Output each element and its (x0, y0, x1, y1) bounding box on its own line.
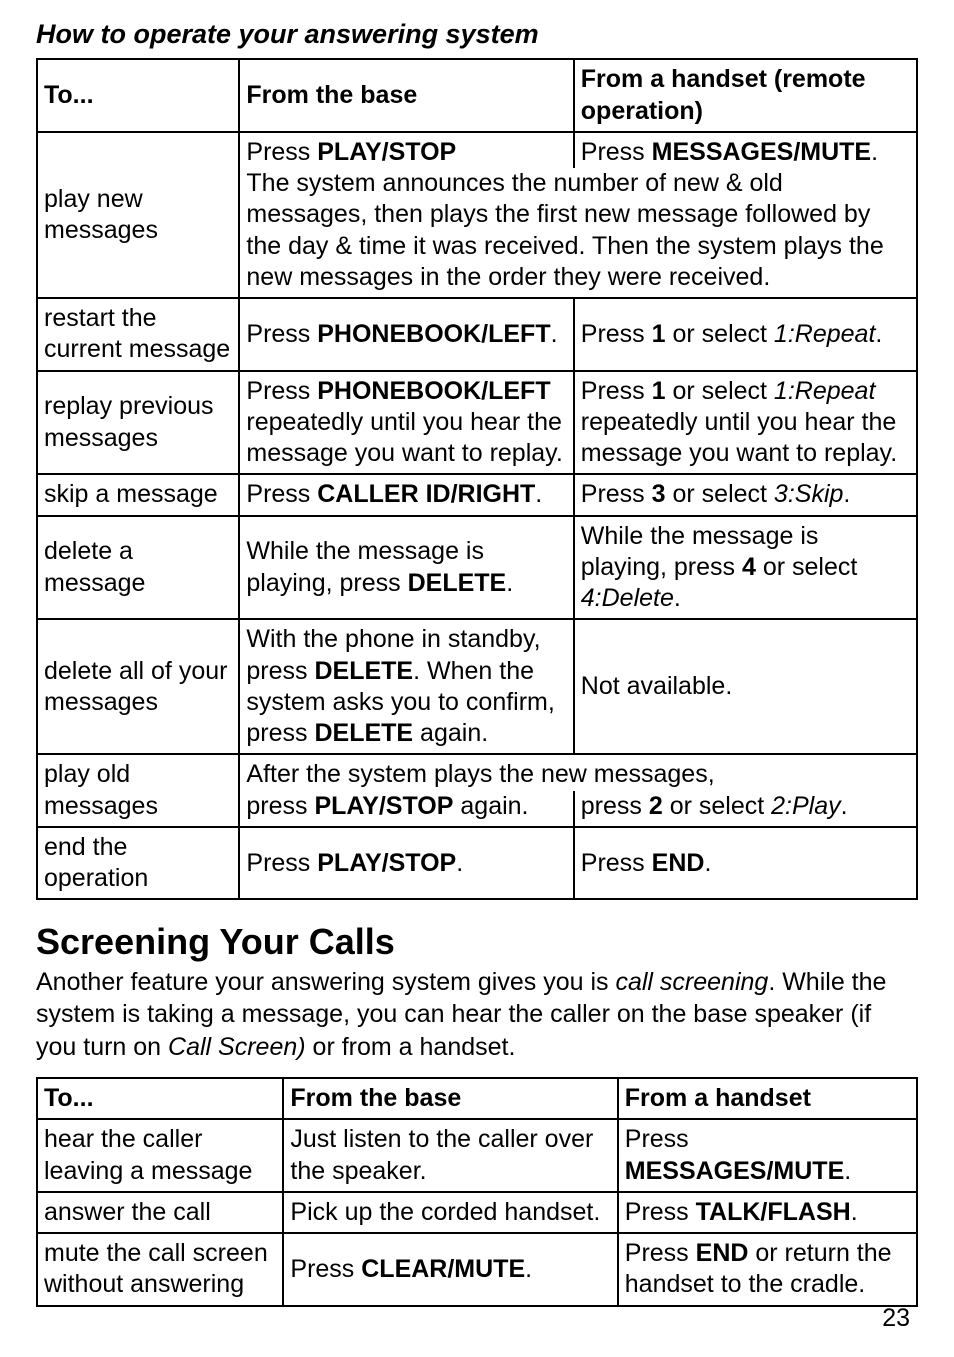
cell-handset: While the message is playing, press 4 or… (574, 516, 917, 620)
row-label: restart the current message (37, 298, 239, 371)
row-label: play new messages (37, 132, 239, 298)
section-title: Screening Your Calls (36, 920, 918, 963)
row-label: skip a message (37, 474, 239, 515)
table-row: play old messages After the system plays… (37, 754, 917, 790)
row-label: play old messages (37, 754, 239, 827)
cell-handset: Press END. (574, 827, 917, 900)
row-label: end the operation (37, 827, 239, 900)
row-label: replay previous messages (37, 371, 239, 475)
intro-paragraph: Another feature your answering system gi… (36, 966, 918, 1064)
table-row: restart the current message Press PHONEB… (37, 298, 917, 371)
row-label: hear the caller leaving a message (37, 1119, 283, 1192)
cell-handset: Press 1 or select 1:Repeat repeatedly un… (574, 371, 917, 475)
cell-base: Press CALLER ID/RIGHT. (239, 474, 573, 515)
subheading: How to operate your answering system (36, 18, 918, 50)
cell-base: Press PHONEBOOK/LEFT repeatedly until yo… (239, 371, 573, 475)
cell-base: Press PHONEBOOK/LEFT. (239, 298, 573, 371)
row-label: delete all of your messages (37, 619, 239, 754)
cell-handset: Press END or return the handset to the c… (618, 1233, 917, 1306)
row-label: mute the call screen without answering (37, 1233, 283, 1306)
cell-base: Press PLAY/STOP (239, 132, 573, 168)
cell-handset: Press 1 or select 1:Repeat. (574, 298, 917, 371)
screening-table: To... From the base From a handset hear … (36, 1077, 918, 1307)
table-row: mute the call screen without answering P… (37, 1233, 917, 1306)
col-head-handset: From a handset (618, 1078, 917, 1119)
cell-handset: Press MESSAGES/MUTE. (574, 132, 917, 168)
cell-handset: Not available. (574, 619, 917, 754)
row-label: delete a message (37, 516, 239, 620)
table-row: end the operation Press PLAY/STOP. Press… (37, 827, 917, 900)
col-head-to: To... (37, 59, 239, 132)
table-row: replay previous messages Press PHONEBOOK… (37, 371, 917, 475)
table-row: To... From the base From a handset (37, 1078, 917, 1119)
cell-base: Press PLAY/STOP. (239, 827, 573, 900)
cell-base: Just listen to the caller over the speak… (283, 1119, 617, 1192)
cell-handset: press 2 or select 2:Play. (574, 791, 917, 827)
col-head-base: From the base (283, 1078, 617, 1119)
cell-base: While the message is playing, press DELE… (239, 516, 573, 620)
table-row: answer the call Pick up the corded hands… (37, 1192, 917, 1233)
cell-handset: Press TALK/FLASH. (618, 1192, 917, 1233)
cell-base: press PLAY/STOP again. (239, 791, 573, 827)
table-row: skip a message Press CALLER ID/RIGHT. Pr… (37, 474, 917, 515)
cell-handset: Press 3 or select 3:Skip. (574, 474, 917, 515)
cell-handset: Press MESSAGES/MUTE. (618, 1119, 917, 1192)
row-label: answer the call (37, 1192, 283, 1233)
page-number: 23 (882, 1303, 910, 1333)
col-head-to: To... (37, 1078, 283, 1119)
table-row: hear the caller leaving a message Just l… (37, 1119, 917, 1192)
operate-table: To... From the base From a handset (remo… (36, 58, 918, 900)
cell-top: After the system plays the new messages, (239, 754, 917, 790)
cell-body: The system announces the number of new &… (239, 168, 917, 298)
table-row: delete all of your messages With the pho… (37, 619, 917, 754)
cell-base: Press CLEAR/MUTE. (283, 1233, 617, 1306)
cell-base: With the phone in standby, press DELETE.… (239, 619, 573, 754)
cell-base: Pick up the corded handset. (283, 1192, 617, 1233)
table-row: play new messages Press PLAY/STOP Press … (37, 132, 917, 168)
table-row: delete a message While the message is pl… (37, 516, 917, 620)
col-head-handset: From a handset (remote operation) (574, 59, 917, 132)
col-head-base: From the base (239, 59, 573, 132)
table-row: To... From the base From a handset (remo… (37, 59, 917, 132)
